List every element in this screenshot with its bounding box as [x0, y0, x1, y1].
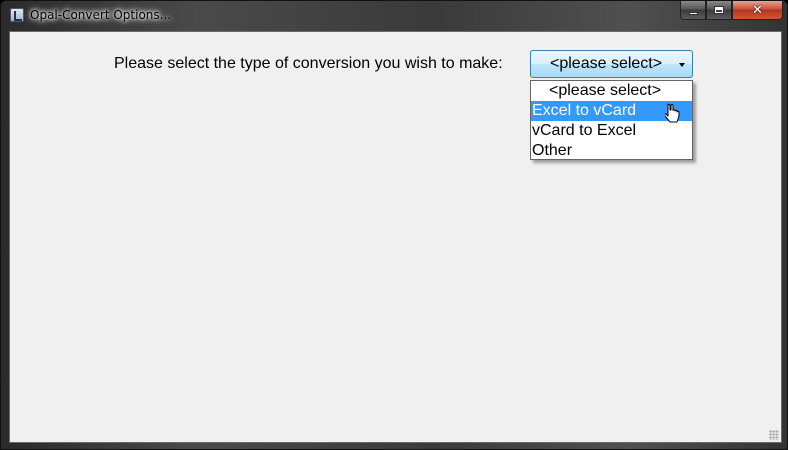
resize-grip-icon[interactable]	[769, 430, 779, 440]
conversion-type-select[interactable]: <please select>	[530, 50, 693, 78]
caption-buttons: ✕	[680, 1, 783, 21]
select-value: <please select>	[550, 55, 663, 72]
app-icon[interactable]	[10, 8, 24, 22]
option-please-select[interactable]: <please select>	[531, 81, 692, 101]
client-area: Please select the type of conversion you…	[9, 31, 782, 443]
options-window: Opal-Convert Options... ✕ Please select …	[0, 0, 788, 450]
minimize-button[interactable]	[680, 1, 706, 20]
option-other[interactable]: Other	[531, 141, 692, 161]
title-bar[interactable]: Opal-Convert Options... ✕	[1, 1, 787, 31]
close-icon: ✕	[752, 2, 763, 18]
dropdown-arrow-icon	[679, 63, 685, 67]
maximize-button[interactable]	[706, 1, 732, 20]
mouse-pointer-icon	[665, 103, 680, 123]
conversion-prompt: Please select the type of conversion you…	[114, 55, 503, 72]
minimize-icon	[688, 11, 698, 15]
close-button[interactable]: ✕	[732, 1, 783, 20]
maximize-icon	[714, 6, 724, 14]
window-title: Opal-Convert Options...	[30, 8, 172, 22]
